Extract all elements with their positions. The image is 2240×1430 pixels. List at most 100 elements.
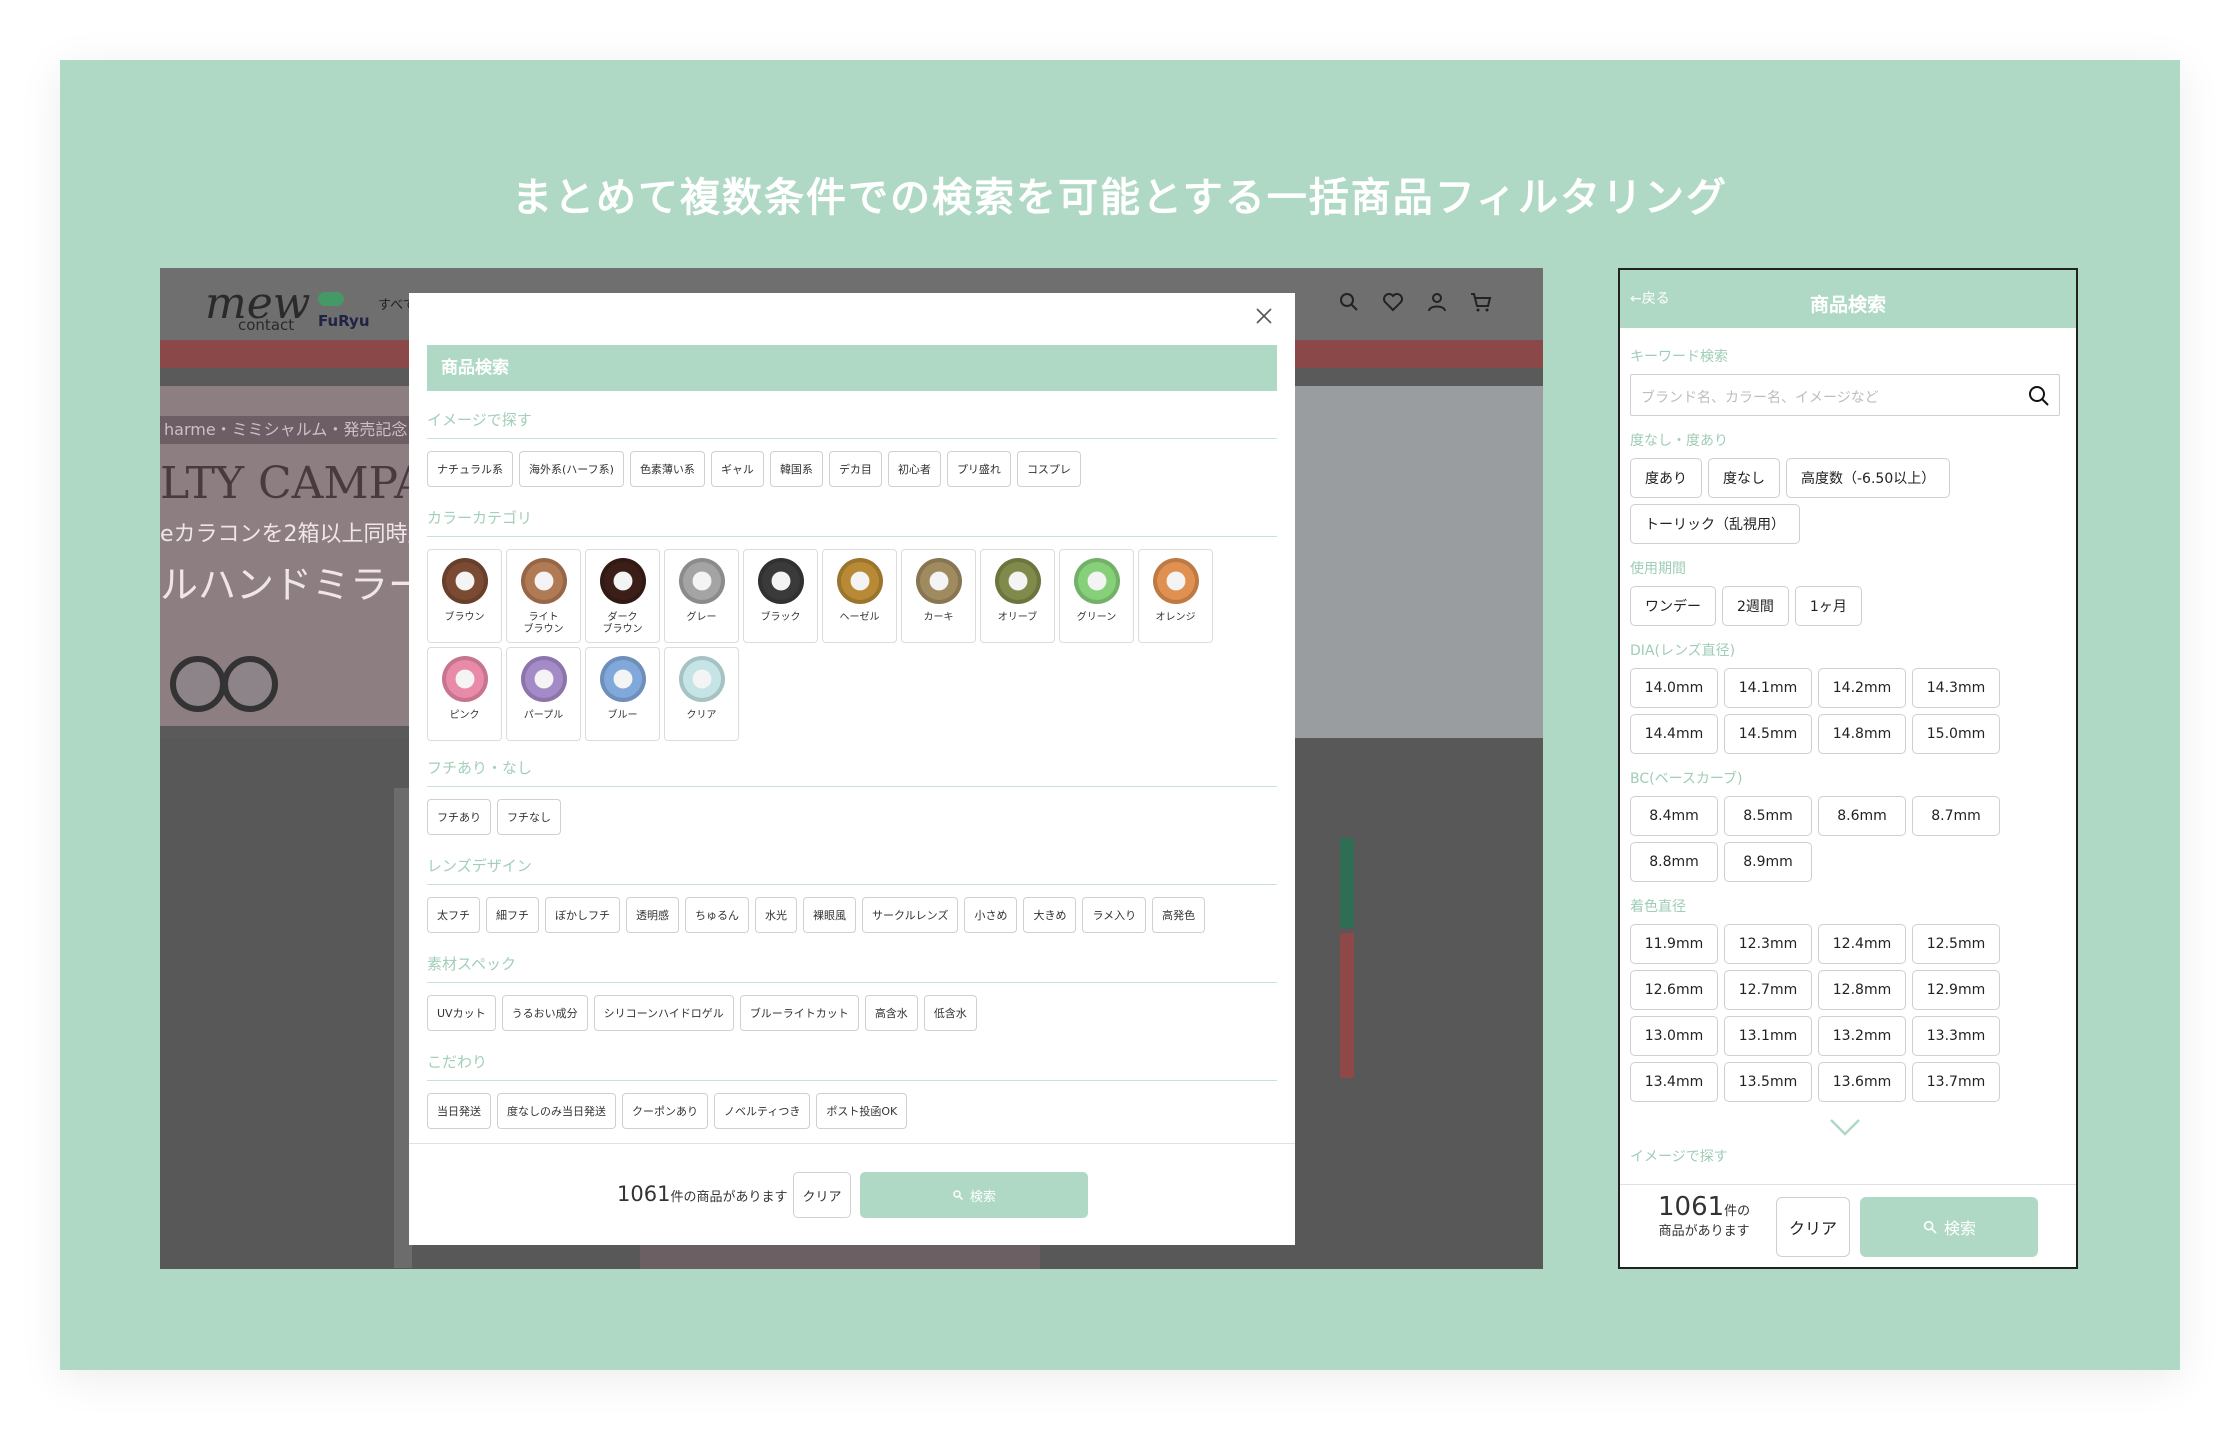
search-icon[interactable]: [2027, 384, 2051, 408]
mobile-filter-chip[interactable]: 度なし: [1708, 458, 1780, 498]
heart-icon[interactable]: [1381, 290, 1405, 314]
filter-chip[interactable]: ぼかしフチ: [545, 897, 620, 933]
mobile-filter-chip[interactable]: 14.5mm: [1724, 714, 1812, 754]
color-swatch[interactable]: カーキ: [901, 549, 976, 643]
filter-chip[interactable]: クーポンあり: [622, 1093, 708, 1129]
side-tab-green[interactable]: [1340, 838, 1354, 928]
filter-chip[interactable]: フチあり: [427, 799, 491, 835]
filter-chip[interactable]: ナチュラル系: [427, 451, 513, 487]
mobile-filter-chip[interactable]: 13.3mm: [1912, 1016, 2000, 1056]
expand-chevron[interactable]: [1630, 1116, 2060, 1138]
mobile-filter-chip[interactable]: 2週間: [1722, 586, 1789, 626]
filter-chip[interactable]: 太フチ: [427, 897, 480, 933]
filter-chip[interactable]: ギャル: [710, 451, 764, 487]
mobile-filter-chip[interactable]: 8.5mm: [1724, 796, 1812, 836]
color-swatch[interactable]: ライト ブラウン: [506, 549, 581, 643]
filter-chip[interactable]: 韓国系: [769, 451, 823, 487]
filter-chip[interactable]: ラメ入り: [1082, 897, 1147, 933]
campaign-banner[interactable]: harme・ミミシャルム・発売記念 LTY CAMPAIG eカラコンを2箱以上…: [160, 386, 478, 726]
mobile-filter-chip[interactable]: 14.1mm: [1724, 668, 1812, 708]
color-swatch[interactable]: ダーク ブラウン: [585, 549, 660, 643]
mobile-filter-chip[interactable]: 12.6mm: [1630, 970, 1718, 1010]
clear-button[interactable]: クリア: [793, 1172, 851, 1218]
color-swatch[interactable]: ブルー: [585, 647, 660, 741]
mobile-filter-chip[interactable]: 14.3mm: [1912, 668, 2000, 708]
filter-chip[interactable]: 色素薄い系: [629, 451, 705, 487]
mobile-filter-chip[interactable]: 8.4mm: [1630, 796, 1718, 836]
filter-chip[interactable]: 細フチ: [486, 897, 539, 933]
filter-chip[interactable]: 低含水: [923, 995, 977, 1031]
filter-chip[interactable]: プリ盛れ: [946, 451, 1011, 487]
side-tab-red[interactable]: [1340, 933, 1354, 1078]
color-swatch[interactable]: グリーン: [1059, 549, 1134, 643]
filter-chip[interactable]: 海外系(ハーフ系): [519, 451, 624, 487]
filter-chip[interactable]: 小さめ: [964, 897, 1018, 933]
mobile-filter-chip[interactable]: 13.0mm: [1630, 1016, 1718, 1056]
mobile-filter-chip[interactable]: 12.8mm: [1818, 970, 1906, 1010]
mobile-filter-chip[interactable]: 12.9mm: [1912, 970, 2000, 1010]
filter-chip[interactable]: 高発色: [1152, 897, 1206, 933]
filter-chip[interactable]: 当日発送: [427, 1093, 491, 1129]
filter-chip[interactable]: 高含水: [864, 995, 918, 1031]
color-swatch[interactable]: オリーブ: [980, 549, 1055, 643]
filter-chip[interactable]: 水光: [755, 897, 797, 933]
filter-chip[interactable]: 裸眼風: [803, 897, 856, 933]
filter-chip[interactable]: 度なしのみ当日発送: [497, 1093, 616, 1129]
color-swatch[interactable]: ヘーゼル: [822, 549, 897, 643]
mobile-filter-chip[interactable]: 高度数（-6.50以上）: [1786, 458, 1951, 498]
mobile-filter-chip[interactable]: 8.9mm: [1724, 842, 1812, 882]
illustration-banner[interactable]: [1292, 386, 1543, 746]
mobile-filter-chip[interactable]: 14.2mm: [1818, 668, 1906, 708]
color-swatch[interactable]: パープル: [506, 647, 581, 741]
mobile-filter-chip[interactable]: 8.8mm: [1630, 842, 1718, 882]
mobile-clear-button[interactable]: クリア: [1776, 1197, 1850, 1257]
mobile-filter-chip[interactable]: 12.7mm: [1724, 970, 1812, 1010]
filter-chip[interactable]: ポスト投函OK: [816, 1093, 908, 1129]
mobile-filter-chip[interactable]: 13.4mm: [1630, 1062, 1718, 1102]
mobile-filter-chip[interactable]: 13.6mm: [1818, 1062, 1906, 1102]
mobile-filter-chip[interactable]: 15.0mm: [1912, 714, 2000, 754]
mobile-filter-chip[interactable]: 13.5mm: [1724, 1062, 1812, 1102]
mobile-filter-chip[interactable]: 度あり: [1630, 458, 1702, 498]
mobile-filter-chip[interactable]: 1ヶ月: [1794, 586, 1862, 626]
mobile-filter-chip[interactable]: 14.8mm: [1818, 714, 1906, 754]
filter-chip[interactable]: ちゅるん: [685, 897, 749, 933]
search-button[interactable]: 検索: [860, 1172, 1088, 1218]
mobile-filter-chip[interactable]: 12.5mm: [1912, 924, 2000, 964]
mobile-filter-chip[interactable]: 8.6mm: [1818, 796, 1906, 836]
filter-chip[interactable]: コスプレ: [1016, 451, 1081, 487]
mobile-filter-chip[interactable]: 12.4mm: [1818, 924, 1906, 964]
filter-chip[interactable]: シリコーンハイドロゲル: [593, 995, 734, 1031]
filter-chip[interactable]: 大きめ: [1023, 897, 1077, 933]
filter-chip[interactable]: うるおい成分: [501, 995, 588, 1031]
cart-icon[interactable]: [1469, 290, 1493, 314]
filter-chip[interactable]: フチなし: [497, 799, 561, 835]
mobile-filter-chip[interactable]: ワンデー: [1630, 586, 1716, 626]
user-icon[interactable]: [1425, 290, 1449, 314]
mobile-filter-chip[interactable]: 13.7mm: [1912, 1062, 2000, 1102]
color-swatch[interactable]: ブラック: [743, 549, 818, 643]
mobile-filter-chip[interactable]: トーリック（乱視用）: [1630, 504, 1800, 544]
color-swatch[interactable]: ブラウン: [427, 549, 502, 643]
mobile-filter-chip[interactable]: 14.0mm: [1630, 668, 1718, 708]
filter-chip[interactable]: ノベルティつき: [714, 1093, 811, 1129]
keyword-search-input[interactable]: ブランド名、カラー名、イメージなど: [1630, 374, 2060, 416]
filter-chip[interactable]: デカ目: [828, 451, 882, 487]
close-icon[interactable]: [1255, 307, 1273, 325]
filter-chip[interactable]: 透明感: [626, 897, 679, 933]
filter-chip[interactable]: UVカット: [427, 995, 496, 1031]
mobile-filter-chip[interactable]: 13.2mm: [1818, 1016, 1906, 1056]
mobile-filter-chip[interactable]: 13.1mm: [1724, 1016, 1812, 1056]
mobile-filter-chip[interactable]: 11.9mm: [1630, 924, 1718, 964]
mobile-filter-chip[interactable]: 14.4mm: [1630, 714, 1718, 754]
mobile-search-button[interactable]: 検索: [1860, 1197, 2038, 1257]
color-swatch[interactable]: ピンク: [427, 647, 502, 741]
color-swatch[interactable]: オレンジ: [1138, 549, 1213, 643]
mobile-filter-chip[interactable]: 8.7mm: [1912, 796, 2000, 836]
color-swatch[interactable]: クリア: [664, 647, 739, 741]
filter-chip[interactable]: ブルーライトカット: [739, 995, 859, 1031]
filter-chip[interactable]: 初心者: [887, 451, 941, 487]
search-icon[interactable]: [1337, 290, 1361, 314]
color-swatch[interactable]: グレー: [664, 549, 739, 643]
filter-chip[interactable]: サークルレンズ: [862, 897, 959, 933]
